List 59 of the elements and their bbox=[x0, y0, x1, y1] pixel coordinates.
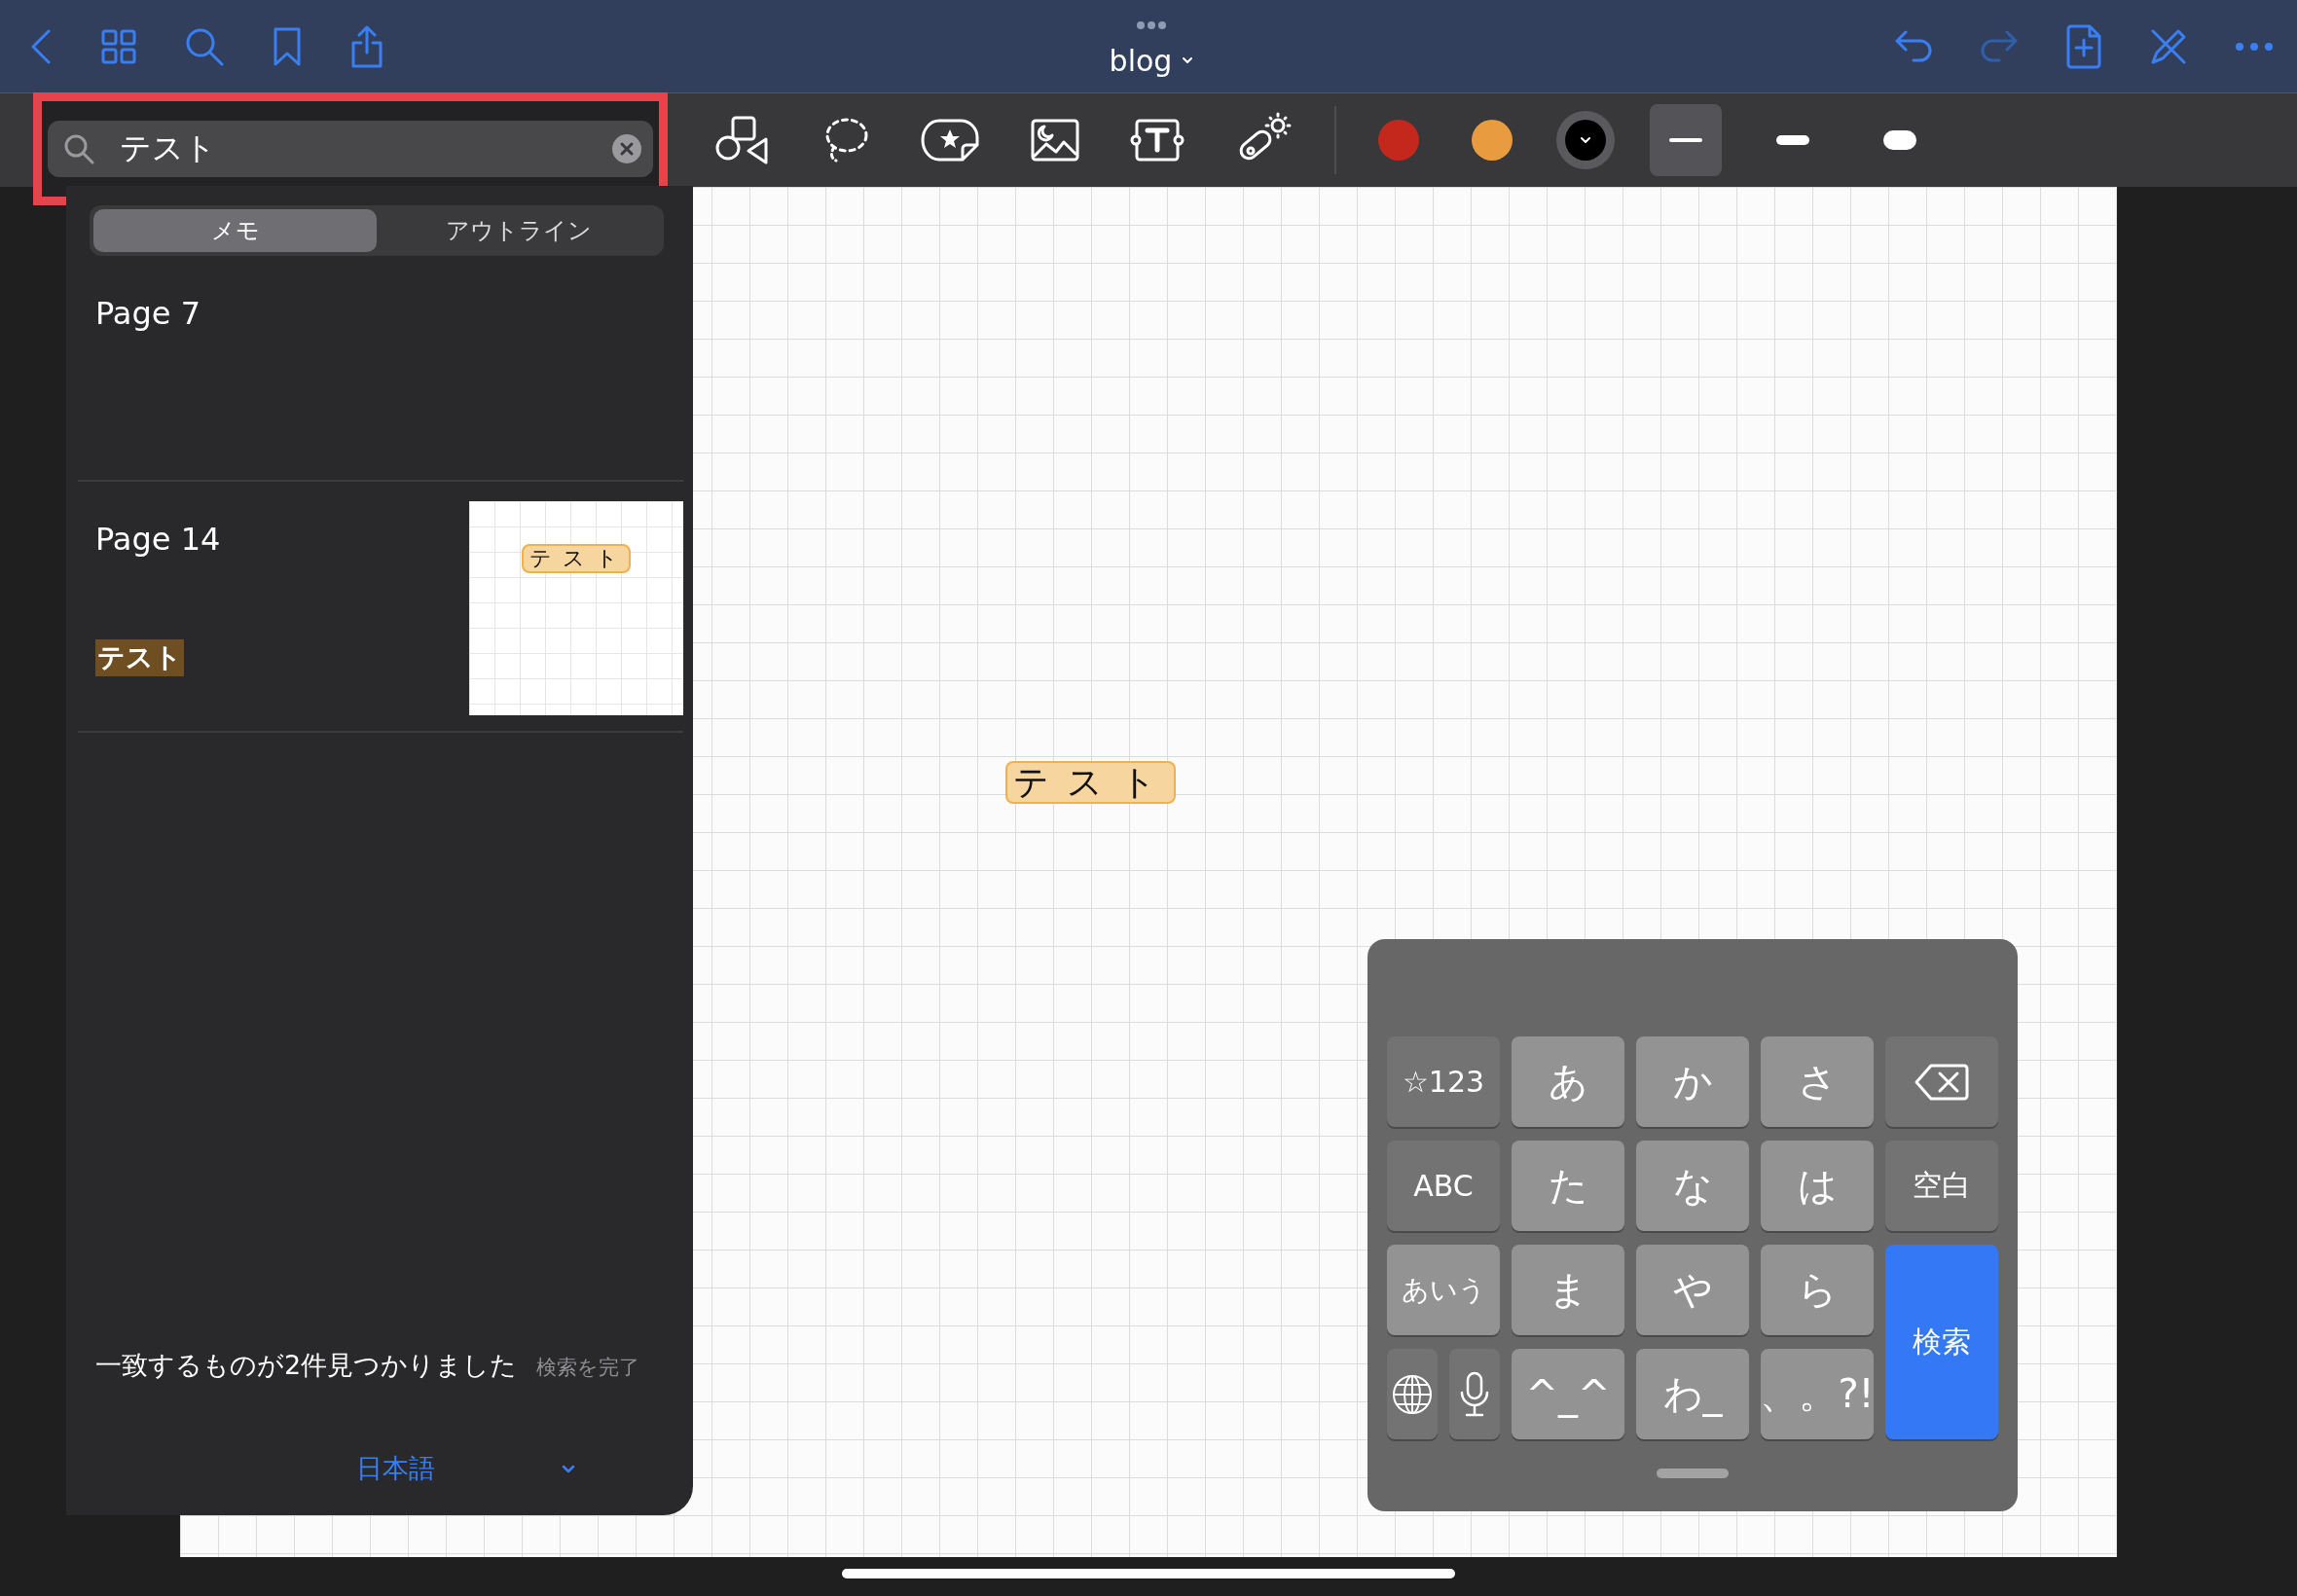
document-title[interactable]: blog bbox=[1109, 43, 1194, 78]
more-icon[interactable] bbox=[1136, 19, 1167, 30]
finish-search-link[interactable]: 検索を完了 bbox=[536, 1354, 640, 1381]
sticker-icon[interactable] bbox=[920, 118, 980, 163]
image-icon[interactable] bbox=[1031, 119, 1079, 162]
keyboard-key[interactable]: た bbox=[1512, 1141, 1624, 1231]
color-swatch[interactable] bbox=[1565, 120, 1606, 161]
text-box-icon[interactable] bbox=[1130, 119, 1185, 162]
chevron-icon bbox=[1182, 56, 1194, 64]
keyboard-key[interactable]: か bbox=[1636, 1036, 1749, 1127]
color-swatch[interactable] bbox=[1378, 120, 1419, 161]
keyboard-key[interactable]: 、。?! bbox=[1761, 1349, 1874, 1439]
keyboard-key[interactable]: 空白 bbox=[1885, 1141, 1998, 1231]
segment-tab[interactable]: メモ bbox=[93, 209, 377, 252]
keyboard-key[interactable]: は bbox=[1761, 1141, 1874, 1231]
keyboard-key[interactable]: や bbox=[1636, 1245, 1749, 1335]
result-row[interactable]: Page 14 テスト テスト bbox=[78, 482, 683, 733]
undo-icon[interactable] bbox=[1894, 29, 1933, 63]
keyboard-key[interactable]: あ bbox=[1512, 1036, 1624, 1127]
keyboard-key[interactable]: さ bbox=[1761, 1036, 1874, 1127]
share-icon[interactable] bbox=[350, 24, 383, 68]
keyboard-key[interactable]: あいう bbox=[1387, 1245, 1500, 1335]
result-count-text: 一致するものが2件見つかりました bbox=[95, 1349, 518, 1382]
page-title: Page 7 bbox=[95, 295, 201, 332]
keyboard-key[interactable] bbox=[1885, 1036, 1998, 1127]
stroke-width-button[interactable] bbox=[1650, 104, 1722, 176]
keyboard-handle[interactable] bbox=[1657, 1469, 1729, 1478]
search-icon[interactable] bbox=[185, 26, 224, 66]
chevron-icon bbox=[1580, 136, 1591, 144]
chevron-icon bbox=[562, 1464, 575, 1473]
keyboard-key[interactable]: わ_ bbox=[1636, 1349, 1749, 1439]
search-icon bbox=[63, 133, 94, 164]
handwritten-text: テスト bbox=[1005, 761, 1176, 804]
clear-icon[interactable] bbox=[612, 134, 641, 163]
keyboard-key[interactable]: ABC bbox=[1387, 1141, 1500, 1231]
add-page-icon[interactable] bbox=[2065, 23, 2102, 69]
keyboard-key[interactable] bbox=[1387, 1349, 1438, 1439]
microphone-icon bbox=[1459, 1370, 1490, 1418]
backspace-icon bbox=[1914, 1062, 1970, 1102]
keyboard-key[interactable]: ら bbox=[1761, 1245, 1874, 1335]
handwritten-text: テスト bbox=[522, 544, 631, 573]
more-icon[interactable] bbox=[2235, 41, 2274, 52]
grid-icon[interactable] bbox=[101, 28, 136, 64]
keyboard-key[interactable]: ☆123 bbox=[1387, 1036, 1500, 1127]
result-row[interactable]: Page 7 bbox=[78, 256, 683, 482]
segment-tab[interactable]: アウトライン bbox=[377, 209, 660, 252]
keyboard-key[interactable]: ま bbox=[1512, 1245, 1624, 1335]
keyboard-key[interactable]: ^_^ bbox=[1512, 1349, 1624, 1439]
page-title: Page 14 bbox=[95, 521, 221, 558]
language-picker[interactable]: 日本語 bbox=[356, 1451, 575, 1486]
match-highlight: テスト bbox=[95, 639, 184, 676]
keyboard-key[interactable]: な bbox=[1636, 1141, 1749, 1231]
keyboard-key[interactable] bbox=[1449, 1349, 1500, 1439]
color-swatch[interactable] bbox=[1472, 120, 1513, 161]
globe-icon bbox=[1391, 1372, 1434, 1416]
shapes-icon[interactable] bbox=[715, 116, 770, 164]
search-key[interactable]: 検索 bbox=[1885, 1245, 1998, 1439]
search-field[interactable]: テスト bbox=[48, 121, 653, 177]
bookmark-icon[interactable] bbox=[273, 26, 302, 66]
